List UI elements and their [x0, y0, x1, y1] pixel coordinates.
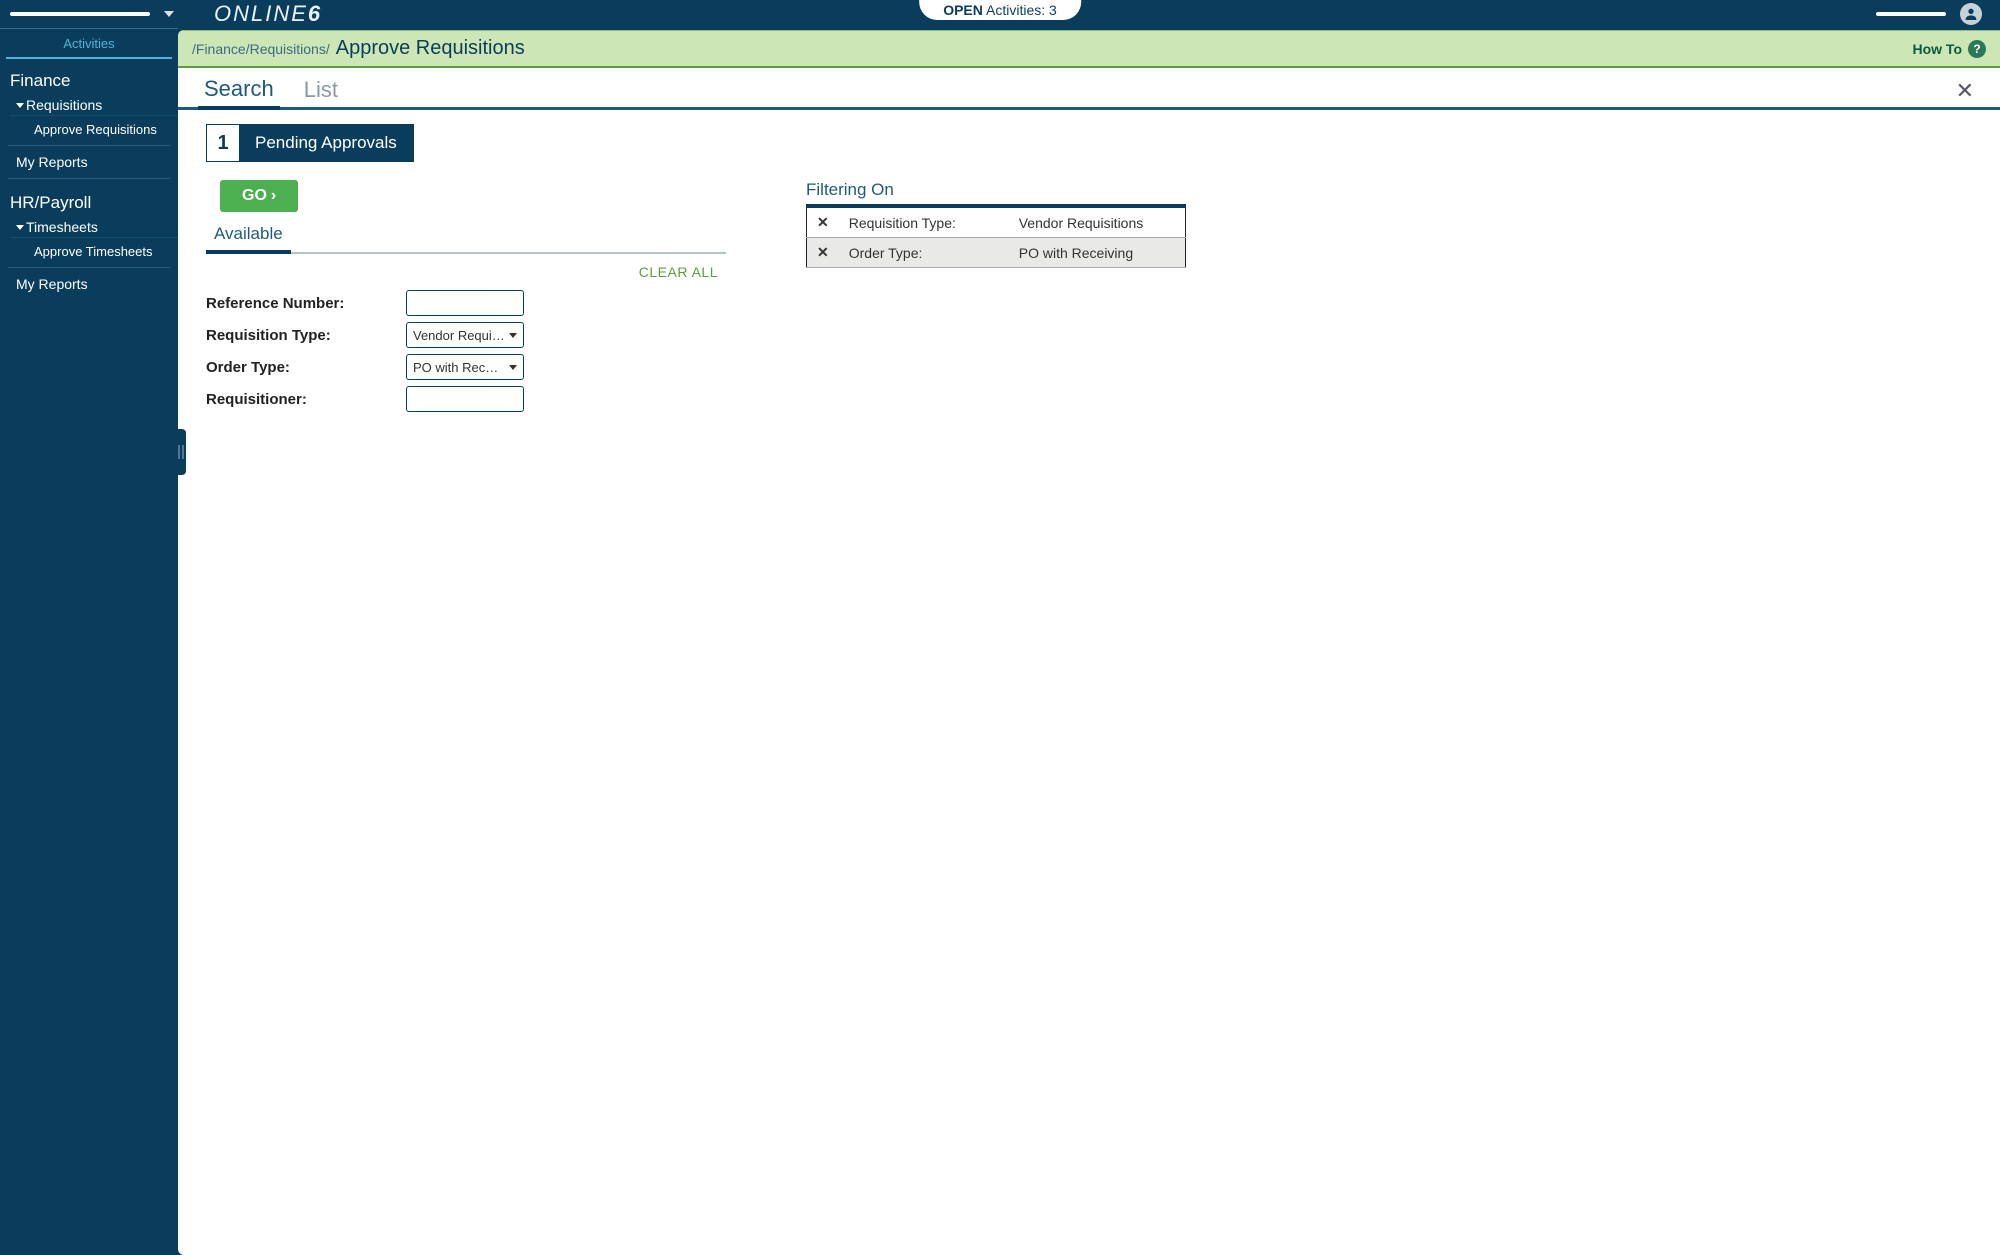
brand-suffix: 6 [308, 1, 322, 26]
tab-list[interactable]: List [298, 75, 344, 107]
select-requisition-type[interactable]: Vendor Requisiti… [406, 322, 524, 348]
label-reference-number: Reference Number: [206, 295, 406, 312]
chevron-down-icon [509, 333, 517, 338]
go-button-label: GO [242, 187, 267, 205]
filter-remove-icon[interactable]: ✕ [807, 238, 839, 268]
how-to-label: How To [1912, 41, 1962, 57]
select-order-type[interactable]: PO with Receivi… [406, 354, 524, 380]
activities-count: 3 [1049, 2, 1057, 18]
nav-item-approve-timesheets[interactable]: Approve Timesheets [10, 238, 178, 265]
activities-label: Activities: [986, 2, 1045, 18]
tabs-row: Search List ✕ [178, 68, 2000, 110]
topbar-progress-bar [10, 12, 150, 16]
sidebar-tab-activities[interactable]: Activities [6, 29, 172, 59]
filter-panel: Filtering On ✕ Requisition Type: Vendor … [806, 180, 1186, 268]
filter-row: ✕ Order Type: PO with Receiving [807, 238, 1186, 268]
row-requisition-type: Requisition Type: Vendor Requisiti… [206, 322, 726, 348]
search-subtabs: Available [206, 220, 726, 254]
filter-key: Requisition Type: [839, 206, 1009, 238]
caret-down-icon [16, 225, 24, 230]
filter-value: PO with Receiving [1009, 238, 1186, 268]
sidebar-collapse-handle[interactable] [176, 429, 186, 475]
tab-search[interactable]: Search [198, 74, 280, 110]
nav-group-label: Requisitions [26, 97, 102, 113]
label-requisition-type: Requisition Type: [206, 327, 406, 344]
filter-value: Vendor Requisitions [1009, 206, 1186, 238]
filter-table: ✕ Requisition Type: Vendor Requisitions … [806, 204, 1186, 268]
open-label: OPEN [943, 2, 983, 18]
nav-divider [8, 267, 170, 268]
topbar-right [1876, 3, 2000, 25]
nav-item-approve-requisitions[interactable]: Approve Requisitions [10, 116, 178, 143]
nav-item-my-reports-1[interactable]: My Reports [0, 148, 178, 176]
help-icon: ? [1968, 40, 1986, 58]
subtab-available[interactable]: Available [206, 220, 291, 254]
how-to-link[interactable]: How To ? [1912, 40, 1986, 58]
sidebar-tab-label: Activities [63, 36, 114, 51]
sidebar: Activities Finance Requisitions Approve … [0, 28, 178, 1255]
chevron-down-icon [509, 365, 517, 370]
nav-divider [8, 145, 170, 146]
breadcrumb-bar: /Finance/Requisitions/ Approve Requisiti… [178, 30, 2000, 68]
page-title: Approve Requisitions [336, 37, 525, 60]
input-reference-number[interactable] [406, 290, 524, 316]
filter-key: Order Type: [839, 238, 1009, 268]
nav-divider [8, 178, 170, 179]
filter-remove-icon[interactable]: ✕ [807, 206, 839, 238]
topbar-left: ONLINE6 [0, 1, 322, 27]
search-panel: GO › Available CLEAR ALL Reference Numbe… [206, 180, 726, 418]
row-order-type: Order Type: PO with Receivi… [206, 354, 726, 380]
close-icon[interactable]: ✕ [1950, 78, 1980, 104]
label-requisitioner: Requisitioner: [206, 391, 406, 408]
open-activities-pill[interactable]: OPEN Activities: 3 [919, 0, 1081, 20]
select-order-type-value: PO with Receivi… [413, 360, 505, 375]
main-body: 1 Pending Approvals GO › Available CLEAR… [178, 110, 2000, 430]
filter-row: ✕ Requisition Type: Vendor Requisitions [807, 206, 1186, 238]
select-requisition-type-value: Vendor Requisiti… [413, 328, 505, 343]
nav-section-finance[interactable]: Finance [0, 59, 178, 95]
nav-group-requisitions[interactable]: Requisitions [10, 95, 178, 116]
label-order-type: Order Type: [206, 359, 406, 376]
topbar-right-bar [1876, 12, 1946, 16]
top-bar: ONLINE6 OPEN Activities: 3 [0, 0, 2000, 28]
nav-section-hr-payroll[interactable]: HR/Payroll [0, 181, 178, 217]
step-number: 1 [207, 125, 239, 161]
nav-group-label: Timesheets [26, 219, 98, 235]
breadcrumb-path[interactable]: /Finance/Requisitions/ [192, 41, 330, 57]
row-reference-number: Reference Number: [206, 290, 726, 316]
nav-item-my-reports-2[interactable]: My Reports [0, 270, 178, 298]
row-requisitioner: Requisitioner: [206, 386, 726, 412]
step-label: Pending Approvals [239, 125, 413, 161]
filter-title: Filtering On [806, 180, 1186, 200]
brand-logo: ONLINE6 [214, 1, 322, 27]
brand-text: ONLINE [214, 1, 308, 26]
caret-down-icon [16, 103, 24, 108]
content-area: /Finance/Requisitions/ Approve Requisiti… [178, 30, 2000, 1255]
topbar-dropdown-caret-icon[interactable] [164, 11, 174, 17]
go-button[interactable]: GO › [220, 180, 298, 212]
step-badge: 1 Pending Approvals [206, 124, 414, 162]
clear-all-link[interactable]: CLEAR ALL [206, 260, 726, 290]
chevron-right-icon: › [271, 187, 276, 205]
nav-group-timesheets[interactable]: Timesheets [10, 217, 178, 238]
input-requisitioner[interactable] [406, 386, 524, 412]
user-avatar-icon[interactable] [1960, 3, 1982, 25]
